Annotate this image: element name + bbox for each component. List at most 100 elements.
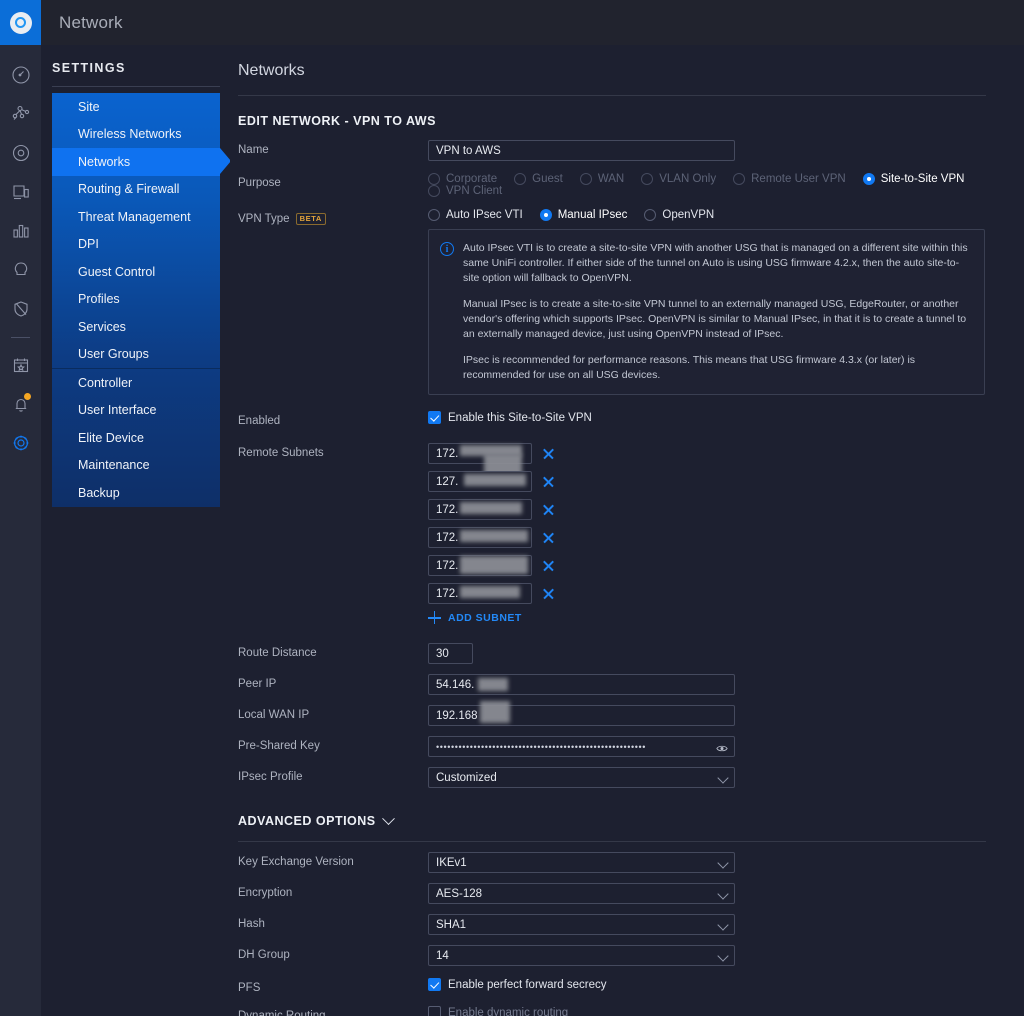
sidebar-item-controller[interactable]: Controller — [52, 369, 220, 397]
key-exchange-select[interactable]: IKEv1 — [428, 852, 735, 873]
topology-icon[interactable] — [0, 94, 41, 133]
vpn-type-label: VPN Type BETA — [238, 209, 428, 225]
radio-dot — [733, 173, 746, 185]
purpose-option-vpn-client[interactable]: VPN Client — [428, 185, 502, 197]
radio-dot — [644, 209, 657, 221]
enable-site-to-site-vpn-checkbox[interactable]: Enable this Site-to-Site VPN — [428, 411, 986, 424]
events-calendar-icon[interactable] — [0, 345, 41, 384]
sidebar-item-services[interactable]: Services — [52, 313, 220, 341]
remove-subnet-button[interactable] — [542, 447, 555, 460]
subnet-entry — [428, 555, 986, 576]
clients-screen-icon[interactable] — [0, 172, 41, 211]
pre-shared-key-wrapper: ••••••••••••••••••••••••••••••••••••••••… — [428, 736, 735, 757]
vpn-type-option-openvpn[interactable]: OpenVPN — [644, 209, 714, 221]
alerts-bell-icon[interactable] — [0, 384, 41, 423]
purpose-radio-group: Corporate Guest WAN VLAN Only Remote Use… — [428, 173, 986, 197]
statistics-bar-chart-icon[interactable] — [0, 211, 41, 250]
sidebar-item-user-interface[interactable]: User Interface — [52, 397, 220, 425]
info-icon: i — [440, 242, 454, 256]
remote-subnet-input[interactable] — [428, 583, 532, 604]
purpose-option-corporate[interactable]: Corporate — [428, 173, 497, 185]
sidebar-item-dpi[interactable]: DPI — [52, 231, 220, 259]
pfs-label: PFS — [238, 982, 261, 994]
sidebar-item-label: Elite Device — [78, 430, 144, 445]
remove-subnet-button[interactable] — [542, 475, 555, 488]
add-subnet-button[interactable]: ADD SUBNET — [428, 611, 986, 624]
radio-label: Manual IPsec — [557, 209, 628, 221]
subnet-entry — [428, 527, 986, 548]
checkbox-box — [428, 1006, 441, 1016]
edit-network-heading: EDIT NETWORK - VPN TO AWS — [238, 114, 436, 128]
purpose-option-wan[interactable]: WAN — [579, 173, 624, 185]
remote-subnet-input[interactable] — [428, 499, 532, 520]
purpose-option-site-to-site-vpn[interactable]: Site-to-Site VPN — [862, 173, 964, 185]
route-distance-input[interactable] — [428, 643, 473, 664]
pre-shared-key-input[interactable]: ••••••••••••••••••••••••••••••••••••••••… — [428, 736, 735, 757]
sidebar-item-networks[interactable]: Networks — [52, 148, 231, 176]
sidebar-item-guest-control[interactable]: Guest Control — [52, 258, 220, 286]
sidebar-item-backup[interactable]: Backup — [52, 479, 220, 507]
radio-label: Remote User VPN — [751, 173, 846, 185]
hash-select[interactable]: SHA1 — [428, 914, 735, 935]
settings-gear-icon[interactable] — [0, 423, 41, 462]
devices-circle-icon[interactable] — [0, 133, 41, 172]
radio-label: VPN Client — [446, 185, 503, 197]
sidebar-item-maintenance[interactable]: Maintenance — [52, 452, 220, 480]
dynamic-routing-checkbox[interactable]: Enable dynamic routing — [428, 1006, 986, 1016]
sidebar-item-routing-firewall[interactable]: Routing & Firewall — [52, 176, 220, 204]
peer-ip-input[interactable] — [428, 674, 735, 695]
sidebar-item-threat-management[interactable]: Threat Management — [52, 203, 220, 231]
remove-subnet-button[interactable] — [542, 559, 555, 572]
encryption-select[interactable]: AES-128 — [428, 883, 735, 904]
sidebar-item-label: Networks — [78, 154, 131, 169]
purpose-label: Purpose — [238, 177, 281, 189]
purpose-option-remote-user-vpn[interactable]: Remote User VPN — [733, 173, 846, 185]
vpn-type-radio-group: Auto IPsec VTI Manual IPsec OpenVPN — [428, 209, 986, 221]
pre-shared-key-row: Pre-Shared Key •••••••••••••••••••••••••… — [238, 736, 986, 757]
sidebar-item-site[interactable]: Site — [52, 93, 220, 121]
dashboard-speedometer-icon[interactable] — [0, 55, 41, 94]
app-title: Network — [59, 12, 123, 32]
insights-bulb-icon[interactable] — [0, 250, 41, 289]
vpn-type-option-manual-ipsec[interactable]: Manual IPsec — [539, 209, 628, 221]
remove-subnet-button[interactable] — [542, 531, 555, 544]
remove-subnet-button[interactable] — [542, 587, 555, 600]
enabled-row: Enabled Enable this Site-to-Site VPN — [238, 411, 986, 427]
pfs-checkbox[interactable]: Enable perfect forward secrecy — [428, 978, 986, 991]
eye-icon[interactable] — [716, 741, 728, 752]
dh-group-row: DH Group 14 — [238, 945, 986, 966]
sidebar-item-wireless-networks[interactable]: Wireless Networks — [52, 121, 220, 149]
remote-subnet-input[interactable] — [428, 443, 532, 464]
sidebar-item-label: Site — [78, 99, 100, 114]
enabled-label: Enabled — [238, 415, 281, 427]
threats-shield-icon[interactable] — [0, 289, 41, 328]
sidebar-menu: Site Wireless Networks Networks Routing … — [52, 93, 231, 507]
local-wan-ip-row: Local WAN IP — [238, 701, 986, 726]
unifi-logo-icon[interactable] — [0, 0, 41, 45]
sidebar-item-elite-device[interactable]: Elite Device — [52, 424, 220, 452]
remote-subnet-input[interactable] — [428, 555, 532, 576]
key-exchange-row: Key Exchange Version IKEv1 — [238, 852, 986, 873]
local-wan-ip-input[interactable] — [428, 705, 735, 726]
ipsec-profile-select[interactable]: Customized — [428, 767, 735, 788]
ipsec-profile-row: IPsec Profile Customized — [238, 767, 986, 788]
purpose-option-vlan-only[interactable]: VLAN Only — [641, 173, 716, 185]
checkbox-box — [428, 411, 441, 424]
sidebar-item-profiles[interactable]: Profiles — [52, 286, 220, 314]
plus-icon — [428, 611, 441, 624]
vpn-type-option-auto-ipsec-vti[interactable]: Auto IPsec VTI — [428, 209, 523, 221]
advanced-options-toggle[interactable]: ADVANCED OPTIONS — [238, 811, 986, 828]
main-content: Networks EDIT NETWORK - VPN TO AWS Name … — [230, 45, 1024, 1016]
subnet-entry — [428, 443, 986, 476]
dh-group-select[interactable]: 14 — [428, 945, 735, 966]
name-input[interactable] — [428, 140, 735, 161]
remote-subnet-input[interactable] — [428, 527, 532, 548]
radio-label: OpenVPN — [662, 209, 715, 221]
sidebar-item-label: Services — [78, 319, 126, 334]
ipsec-profile-label: IPsec Profile — [238, 771, 303, 783]
remote-subnet-input[interactable] — [428, 471, 532, 492]
page-title: Networks — [238, 62, 305, 79]
sidebar-item-user-groups[interactable]: User Groups — [52, 341, 220, 369]
remove-subnet-button[interactable] — [542, 503, 555, 516]
purpose-option-guest[interactable]: Guest — [514, 173, 563, 185]
